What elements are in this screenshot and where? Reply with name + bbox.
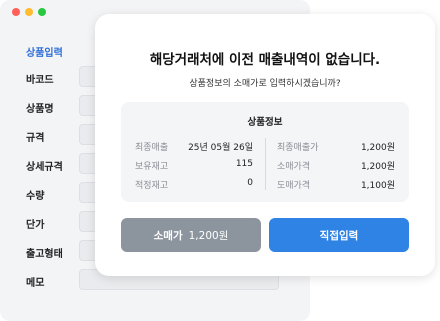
form-label-quantity: 수량 <box>26 191 45 202</box>
retail-price-button[interactable]: 소매가 1,200원 <box>121 218 261 252</box>
form-label-unit-price: 단가 <box>26 220 45 231</box>
info-divider <box>265 138 266 190</box>
form-label-shipping-type: 출고형태 <box>26 249 63 260</box>
retail-price-button-label: 소매가 <box>153 229 183 242</box>
direct-input-button[interactable]: 직접입력 <box>269 218 409 252</box>
info-label-last-sale: 최종매출 <box>135 143 169 153</box>
info-value-wholesale-price: 1,100원 <box>360 181 395 191</box>
close-window-dot[interactable] <box>12 8 20 16</box>
form-label-detail-spec: 상세규격 <box>26 162 63 173</box>
direct-input-button-label: 직접입력 <box>319 229 359 242</box>
form-label-product-input: 상품입력 <box>26 48 63 59</box>
form-label-spec: 규격 <box>26 133 45 144</box>
info-value-stock: 115 <box>235 159 253 169</box>
dialog-subtitle: 상품정보의 소매가로 입력하시겠습니까? <box>189 79 341 89</box>
info-label-wholesale-price: 도매가격 <box>277 181 311 191</box>
info-value-retail-price: 1,200원 <box>360 162 395 172</box>
info-value-optimal-stock: 0 <box>247 178 253 188</box>
info-value-last-sale-price: 1,200원 <box>360 143 395 153</box>
dialog-title: 해당거래처에 이전 매출내역이 없습니다. <box>149 52 381 68</box>
info-label-last-sale-price: 최종매출가 <box>277 143 319 153</box>
product-info-title: 상품정보 <box>247 117 283 128</box>
info-label-retail-price: 소매가격 <box>277 162 311 172</box>
info-label-optimal-stock: 적정재고 <box>135 181 169 191</box>
info-label-stock: 보유재고 <box>135 162 169 172</box>
product-info-box: 상품정보 최종매출 25년 05월 26일 보유재고 115 적정재고 0 최종… <box>121 102 409 202</box>
minimize-window-dot[interactable] <box>25 8 33 16</box>
retail-price-button-value: 1,200원 <box>188 229 229 242</box>
form-label-memo: 메모 <box>26 278 45 289</box>
confirm-dialog: 해당거래처에 이전 매출내역이 없습니다. 상품정보의 소매가로 입력하시겠습니… <box>95 14 435 276</box>
maximize-window-dot[interactable] <box>38 8 46 16</box>
info-value-last-sale: 25년 05월 26일 <box>188 143 253 153</box>
form-label-barcode: 바코드 <box>26 75 54 86</box>
form-label-product-name: 상품명 <box>26 104 54 115</box>
